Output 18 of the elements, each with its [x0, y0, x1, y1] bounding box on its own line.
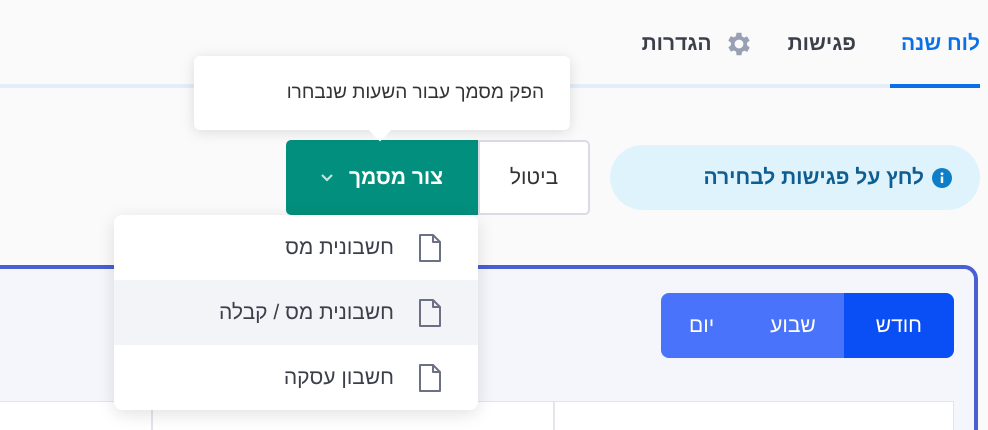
document-icon: [418, 298, 442, 328]
document-icon: [418, 362, 442, 392]
menu-item[interactable]: חשבון עסקה: [114, 345, 478, 410]
nav-tab[interactable]: הגדרות: [642, 4, 754, 88]
menu-item[interactable]: חשבונית מס: [114, 215, 478, 280]
info-icon: [932, 168, 952, 188]
create-document-button[interactable]: צור מסמך: [286, 140, 478, 215]
chevron-down-icon: [320, 174, 333, 182]
document-icon: [418, 232, 442, 262]
view-toggle-button[interactable]: חודש: [844, 293, 954, 358]
nav-tab[interactable]: לוח שנה: [890, 4, 980, 88]
view-toggle-button[interactable]: שבוע: [742, 293, 844, 358]
tooltip-text: הפק מסמך עבור השעות שנבחרו: [286, 82, 544, 104]
view-toggle-button[interactable]: יום: [661, 293, 742, 358]
cancel-button[interactable]: ביטול: [478, 140, 590, 215]
menu-item[interactable]: חשבונית מס / קבלה: [114, 280, 478, 345]
hint-text: לחץ על פגישות לבחירה: [704, 166, 924, 190]
nav-tab[interactable]: פגישות: [788, 4, 856, 88]
